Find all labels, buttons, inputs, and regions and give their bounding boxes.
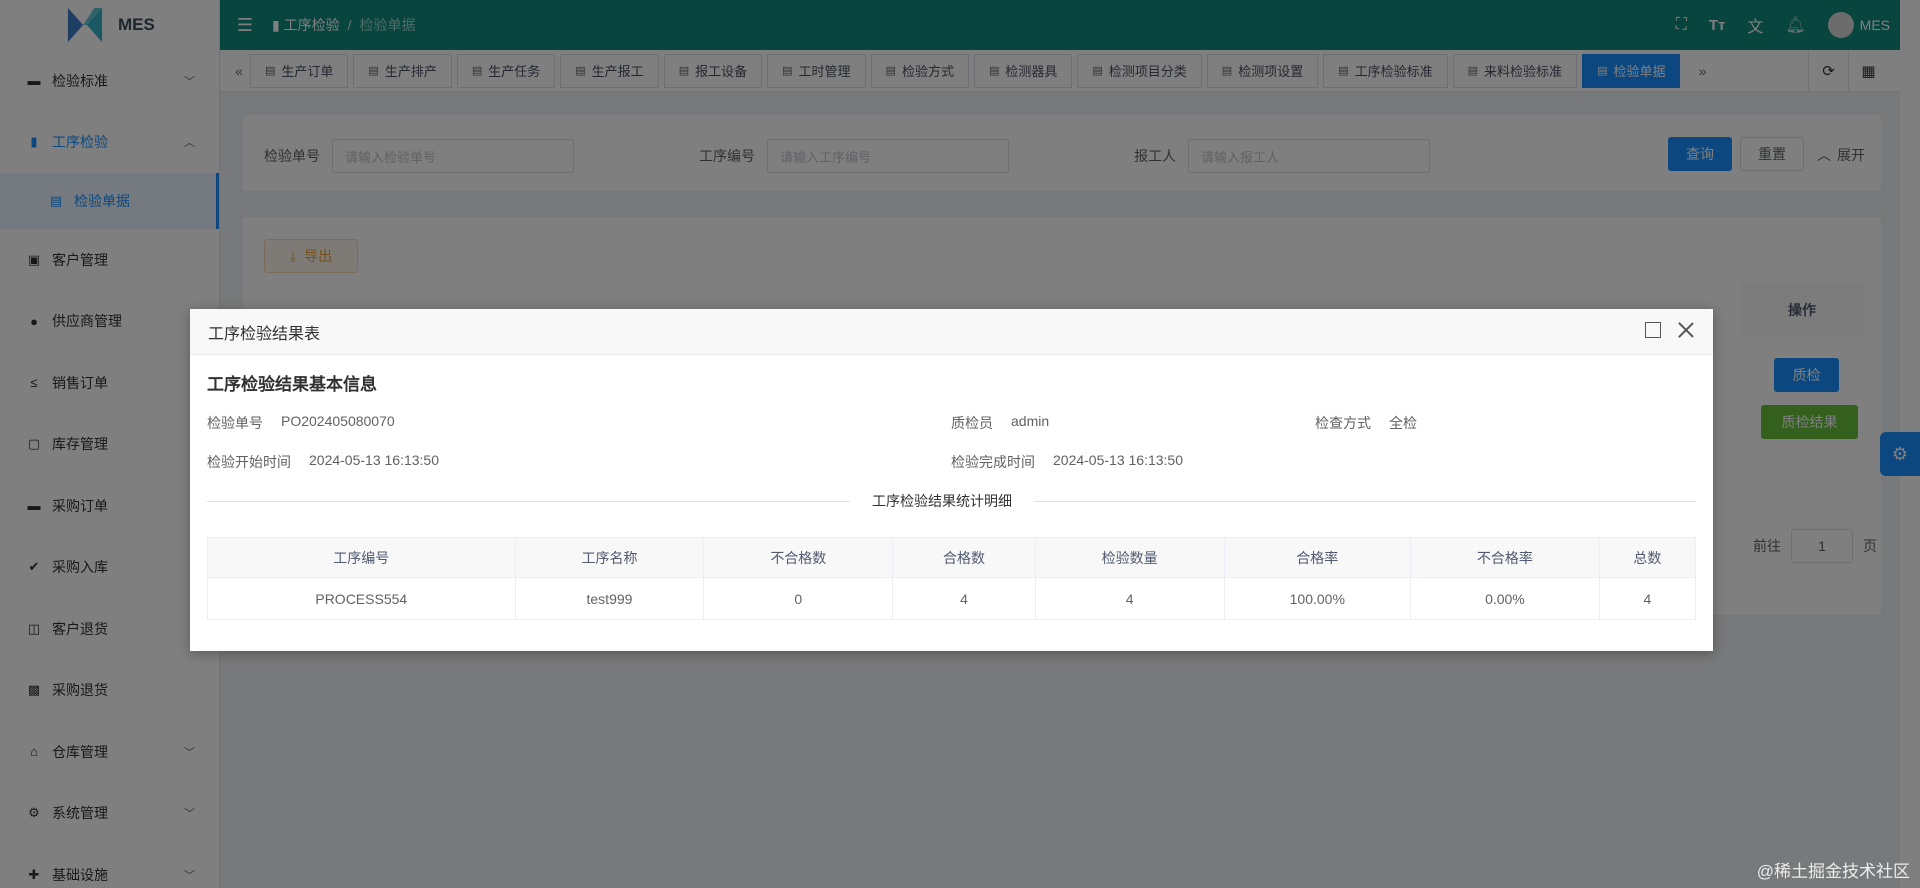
- table-cell: 0.00%: [1410, 577, 1600, 620]
- dialog-tools: [1645, 321, 1695, 339]
- info-inspector: 质检员 admin: [951, 413, 1049, 433]
- info-value: 2024-05-13 16:13:50: [1053, 452, 1183, 468]
- column-header: 检验数量: [1034, 537, 1225, 578]
- maximize-icon[interactable]: [1645, 322, 1661, 338]
- column-header: 不合格数: [703, 537, 894, 578]
- close-icon[interactable]: [1677, 321, 1695, 339]
- table-cell: PROCESS554: [207, 577, 516, 620]
- table-header-row: 工序编号 工序名称 不合格数 合格数 检验数量 合格率 不合格率 总数: [207, 537, 1697, 578]
- info-end-time: 检验完成时间 2024-05-13 16:13:50: [951, 452, 1183, 472]
- info-value: 全检: [1389, 415, 1417, 431]
- info-start-time: 检验开始时间 2024-05-13 16:13:50: [207, 452, 439, 472]
- watermark: @稀土掘金技术社区: [1756, 862, 1910, 881]
- table-cell: 0: [703, 577, 894, 620]
- column-header: 工序名称: [514, 537, 705, 578]
- column-header: 不合格率: [1410, 537, 1600, 578]
- dialog-title: 工序检验结果表: [208, 325, 321, 343]
- info-label: 质检员: [951, 415, 993, 431]
- info-value: PO202405080070: [281, 413, 395, 429]
- info-method: 检查方式 全检: [1315, 413, 1417, 433]
- detail-table: 工序编号 工序名称 不合格数 合格数 检验数量 合格率 不合格率 总数 PROCESS554 t…: [207, 537, 1697, 620]
- table-cell: 4: [1598, 577, 1697, 620]
- divider-text: 工序检验结果统计明细: [850, 491, 1034, 511]
- table-row: PROCESS554 test999 0 4 4 100.00% 0.00% 4: [207, 577, 1697, 620]
- info-label: 检验单号: [207, 415, 263, 431]
- table-cell: 4: [1034, 577, 1225, 620]
- info-value: 2024-05-13 16:13:50: [309, 452, 439, 468]
- info-value: admin: [1011, 413, 1050, 429]
- table-cell: 100.00%: [1223, 577, 1412, 620]
- table-cell: test999: [514, 577, 705, 620]
- table-cell: 4: [892, 577, 1036, 620]
- info-label: 检验开始时间: [207, 454, 291, 470]
- column-header: 工序编号: [207, 537, 516, 578]
- table-body: PROCESS554 test999 0 4 4 100.00% 0.00% 4: [207, 577, 1697, 620]
- dialog-header: 工序检验结果表: [190, 309, 1713, 355]
- info-order-no: 检验单号 PO202405080070: [207, 413, 395, 433]
- result-dialog: 工序检验结果表 工序检验结果基本信息 检验单号 PO202405080070 质…: [190, 309, 1713, 651]
- info-label: 检查方式: [1315, 415, 1371, 431]
- column-header: 总数: [1598, 537, 1697, 578]
- column-header: 合格数: [892, 537, 1036, 578]
- column-header: 合格率: [1223, 537, 1412, 578]
- section-title: 工序检验结果基本信息: [207, 375, 377, 394]
- info-label: 检验完成时间: [951, 454, 1035, 470]
